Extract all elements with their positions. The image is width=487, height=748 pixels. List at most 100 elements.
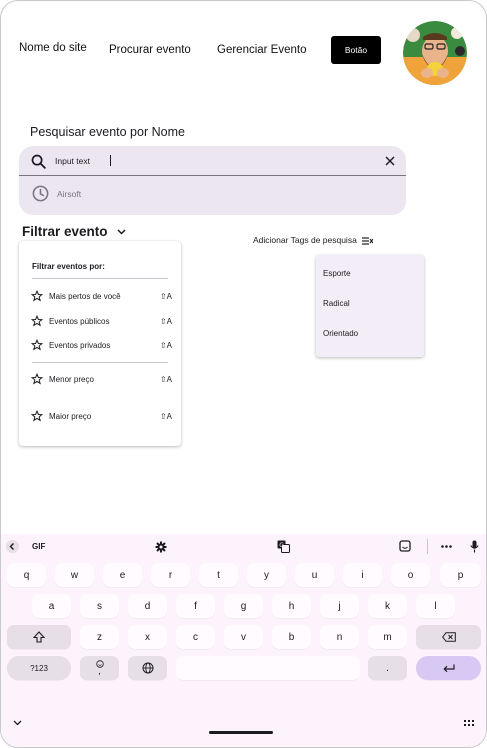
comma-label: , (98, 666, 101, 677)
add-search-tags-button[interactable]: Adicionar Tags de pesquisa (253, 235, 374, 245)
search-input-row (19, 146, 406, 176)
key-t[interactable]: t (199, 563, 238, 587)
star-icon (31, 410, 43, 422)
key-r[interactable]: r (151, 563, 190, 587)
key-l[interactable]: l (416, 594, 455, 618)
key-z[interactable]: z (80, 625, 119, 649)
key-v[interactable]: v (224, 625, 263, 649)
chevron-down-icon (117, 229, 126, 235)
backspace-key[interactable] (416, 625, 481, 649)
shortcut-label: ⇧A (159, 412, 172, 421)
star-icon (31, 315, 43, 327)
key-o[interactable]: o (391, 563, 430, 587)
filter-menu-heading: Filtrar eventos por: (32, 262, 105, 271)
backspace-icon (441, 632, 456, 642)
settings-gear-icon[interactable] (155, 541, 167, 553)
avatar[interactable] (403, 21, 467, 85)
key-k[interactable]: k (368, 594, 407, 618)
close-icon[interactable] (385, 156, 395, 166)
key-e[interactable]: e (103, 563, 142, 587)
filter-menu: Filtrar eventos por: Mais pertos de você… (19, 241, 181, 446)
globe-icon (142, 662, 153, 674)
add-search-tags-label: Adicionar Tags de pesquisa (253, 235, 357, 245)
key-s[interactable]: s (80, 594, 119, 618)
shift-key[interactable] (7, 625, 71, 649)
tag-item-radical[interactable]: Radical (316, 291, 424, 317)
key-p[interactable]: p (440, 563, 481, 587)
sticker-icon[interactable] (399, 540, 411, 552)
search-icon[interactable] (30, 153, 47, 170)
filter-item-private[interactable]: Eventos privados ⇧A (29, 337, 172, 355)
toolbar-divider (427, 539, 428, 554)
chevron-left-icon (9, 543, 14, 550)
history-icon (32, 185, 49, 202)
filter-item-highest-price[interactable]: Maior preço ⇧A (29, 408, 172, 426)
star-icon (31, 373, 43, 385)
key-y[interactable]: y (247, 563, 286, 587)
gesture-nav-handle[interactable] (209, 731, 273, 734)
filter-item-label: Mais pertos de você (49, 292, 121, 301)
tags-menu: Esporte Radical Orientado (316, 255, 424, 357)
key-g[interactable]: g (224, 594, 263, 618)
avatar-image (403, 21, 467, 85)
shortcut-label: ⇧A (159, 292, 172, 301)
key-c[interactable]: c (176, 625, 215, 649)
key-b[interactable]: b (272, 625, 311, 649)
key-h[interactable]: h (272, 594, 311, 618)
key-n[interactable]: n (320, 625, 359, 649)
star-icon (31, 339, 43, 351)
tag-item-esporte[interactable]: Esporte (316, 261, 424, 287)
nav-manage-event[interactable]: Gerenciar Evento (217, 44, 307, 56)
microphone-icon[interactable] (470, 540, 479, 553)
period-key[interactable]: . (368, 656, 407, 680)
nav-search-event[interactable]: Procurar evento (109, 44, 191, 56)
enter-key[interactable] (416, 656, 481, 680)
suggestion-label: Airsoft (57, 189, 82, 199)
on-screen-keyboard: GIF G q w e r t y u i o p a s d f g h j … (1, 534, 486, 747)
search-input[interactable] (55, 154, 355, 168)
key-q[interactable]: q (7, 563, 46, 587)
primary-button[interactable]: Botão (331, 36, 381, 64)
language-key[interactable] (128, 656, 167, 680)
keyboard-hide-icon[interactable] (13, 720, 22, 726)
more-options-icon[interactable] (441, 545, 452, 548)
filter-item-label: Eventos privados (49, 341, 111, 350)
divider (32, 278, 168, 279)
emoji-comma-key[interactable]: , (80, 656, 119, 680)
shortcut-label: ⇧A (159, 317, 172, 326)
filter-list-icon (362, 237, 374, 245)
svg-text:G: G (279, 542, 284, 549)
space-key[interactable] (176, 656, 360, 680)
filter-item-public[interactable]: Eventos públicos ⇧A (29, 313, 172, 331)
key-x[interactable]: x (128, 625, 167, 649)
filter-item-nearby[interactable]: Mais pertos de você ⇧A (29, 288, 172, 306)
keyboard-collapse-button[interactable] (6, 540, 19, 553)
enter-icon (442, 664, 455, 672)
search-title: Pesquisar evento por Nome (30, 125, 185, 139)
translate-icon[interactable]: G (277, 540, 290, 553)
filter-item-lowest-price[interactable]: Menor preço ⇧A (29, 371, 172, 389)
divider (32, 362, 168, 363)
shortcut-label: ⇧A (159, 341, 172, 350)
suggestion-item[interactable]: Airsoft (19, 177, 406, 213)
key-i[interactable]: i (343, 563, 382, 587)
text-caret (110, 155, 111, 166)
gif-button[interactable]: GIF (32, 542, 45, 551)
key-m[interactable]: m (368, 625, 407, 649)
tag-item-orientado[interactable]: Orientado (316, 321, 424, 347)
filter-item-label: Maior preço (49, 412, 92, 421)
star-icon (31, 290, 43, 302)
key-a[interactable]: a (32, 594, 71, 618)
filter-item-label: Menor preço (49, 375, 94, 384)
filter-item-label: Eventos públicos (49, 317, 110, 326)
key-u[interactable]: u (295, 563, 334, 587)
symbols-key[interactable]: ?123 (7, 656, 71, 680)
site-name-link[interactable]: Nome do site (19, 42, 87, 54)
search-bar: Airsoft (19, 146, 406, 215)
keyboard-switcher-icon[interactable] (464, 720, 474, 727)
key-d[interactable]: d (128, 594, 167, 618)
key-j[interactable]: j (320, 594, 359, 618)
key-f[interactable]: f (176, 594, 215, 618)
key-w[interactable]: w (55, 563, 94, 587)
filter-dropdown-trigger[interactable]: Filtrar evento (22, 224, 126, 239)
